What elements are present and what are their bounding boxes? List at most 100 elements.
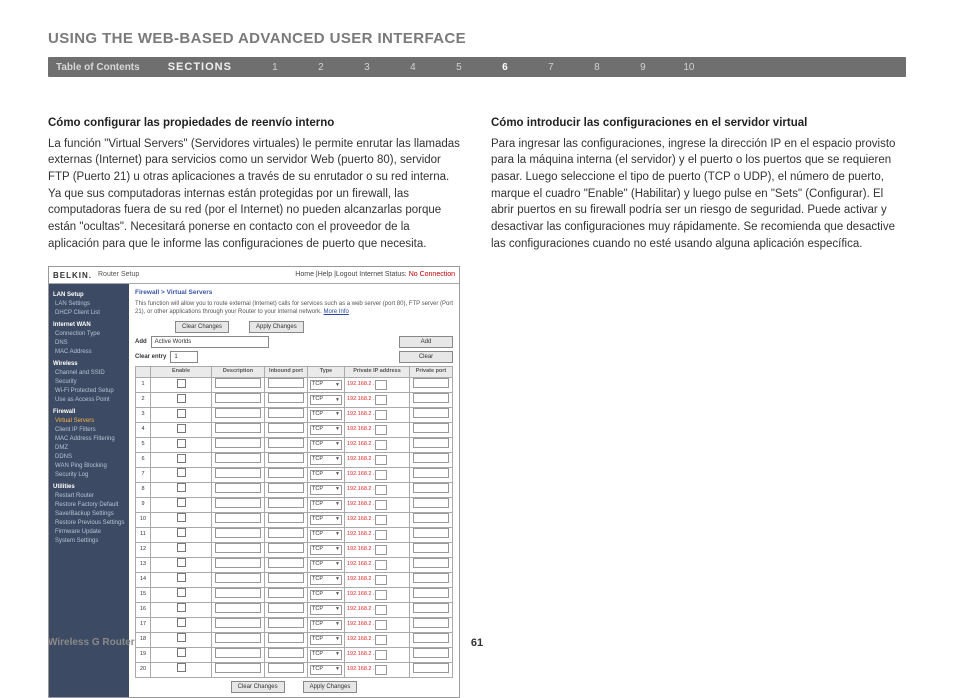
type-select[interactable]: TCP▼ [310, 515, 342, 525]
type-select[interactable]: TCP▼ [310, 500, 342, 510]
sidebar-item[interactable]: LAN Settings [53, 300, 125, 309]
section-7[interactable]: 7 [528, 62, 574, 73]
type-select[interactable]: TCP▼ [310, 605, 342, 615]
type-select[interactable]: TCP▼ [310, 485, 342, 495]
description-input[interactable] [215, 483, 260, 493]
private-ip-field[interactable]: 192.168.2. [347, 530, 407, 540]
description-input[interactable] [215, 393, 260, 403]
inbound-port-input[interactable] [268, 588, 304, 598]
private-ip-field[interactable]: 192.168.2. [347, 665, 407, 675]
clear-button[interactable]: Clear [399, 351, 453, 363]
type-select[interactable]: TCP▼ [310, 380, 342, 390]
private-port-input[interactable] [413, 423, 449, 433]
enable-checkbox[interactable] [177, 394, 186, 403]
toc-link[interactable]: Table of Contents [56, 62, 140, 73]
type-select[interactable]: TCP▼ [310, 560, 342, 570]
enable-checkbox[interactable] [177, 498, 186, 507]
sidebar-item[interactable]: Wi-Fi Protected Setup [53, 387, 125, 396]
type-select[interactable]: TCP▼ [310, 455, 342, 465]
section-9[interactable]: 9 [620, 62, 666, 73]
private-ip-field[interactable]: 192.168.2. [347, 380, 407, 390]
private-ip-field[interactable]: 192.168.2. [347, 500, 407, 510]
description-input[interactable] [215, 438, 260, 448]
description-input[interactable] [215, 618, 260, 628]
inbound-port-input[interactable] [268, 468, 304, 478]
enable-checkbox[interactable] [177, 573, 186, 582]
sidebar-item[interactable]: Virtual Servers [53, 417, 125, 426]
private-ip-field[interactable]: 192.168.2. [347, 455, 407, 465]
description-input[interactable] [215, 408, 260, 418]
private-ip-field[interactable]: 192.168.2. [347, 650, 407, 660]
sidebar-item[interactable]: Save/Backup Settings [53, 510, 125, 519]
description-input[interactable] [215, 528, 260, 538]
section-3[interactable]: 3 [344, 62, 390, 73]
private-port-input[interactable] [413, 648, 449, 658]
private-ip-field[interactable]: 192.168.2. [347, 605, 407, 615]
sidebar-item[interactable]: Restore Previous Settings [53, 519, 125, 528]
clear-entry-select[interactable]: 1 [170, 351, 198, 363]
description-input[interactable] [215, 423, 260, 433]
private-ip-field[interactable]: 192.168.2. [347, 590, 407, 600]
private-port-input[interactable] [413, 378, 449, 388]
type-select[interactable]: TCP▼ [310, 665, 342, 675]
sidebar-item[interactable]: MAC Address [53, 348, 125, 357]
private-ip-field[interactable]: 192.168.2. [347, 395, 407, 405]
type-select[interactable]: TCP▼ [310, 650, 342, 660]
sidebar-item[interactable]: Restart Router [53, 492, 125, 501]
sidebar-item[interactable]: DDNS [53, 453, 125, 462]
sidebar-item[interactable]: Firmware Update [53, 528, 125, 537]
type-select[interactable]: TCP▼ [310, 545, 342, 555]
private-port-input[interactable] [413, 393, 449, 403]
inbound-port-input[interactable] [268, 498, 304, 508]
description-input[interactable] [215, 513, 260, 523]
enable-checkbox[interactable] [177, 454, 186, 463]
section-10[interactable]: 10 [666, 62, 712, 73]
type-select[interactable]: TCP▼ [310, 410, 342, 420]
inbound-port-input[interactable] [268, 438, 304, 448]
private-port-input[interactable] [413, 483, 449, 493]
description-input[interactable] [215, 573, 260, 583]
private-ip-field[interactable]: 192.168.2. [347, 440, 407, 450]
enable-checkbox[interactable] [177, 558, 186, 567]
enable-checkbox[interactable] [177, 439, 186, 448]
inbound-port-input[interactable] [268, 558, 304, 568]
private-ip-field[interactable]: 192.168.2. [347, 425, 407, 435]
private-ip-field[interactable]: 192.168.2. [347, 575, 407, 585]
sidebar-item[interactable]: Security Log [53, 471, 125, 480]
private-port-input[interactable] [413, 528, 449, 538]
inbound-port-input[interactable] [268, 453, 304, 463]
enable-checkbox[interactable] [177, 648, 186, 657]
private-ip-field[interactable]: 192.168.2. [347, 560, 407, 570]
section-5[interactable]: 5 [436, 62, 482, 73]
section-1[interactable]: 1 [252, 62, 298, 73]
enable-checkbox[interactable] [177, 543, 186, 552]
sidebar-item[interactable]: Client IP Filters [53, 426, 125, 435]
sidebar-item[interactable]: DNS [53, 339, 125, 348]
inbound-port-input[interactable] [268, 543, 304, 553]
inbound-port-input[interactable] [268, 483, 304, 493]
sidebar-item[interactable]: DMZ [53, 444, 125, 453]
private-ip-field[interactable]: 192.168.2. [347, 485, 407, 495]
inbound-port-input[interactable] [268, 408, 304, 418]
more-info-link[interactable]: More Info [323, 309, 348, 315]
apply-changes-button-bottom[interactable]: Apply Changes [303, 681, 358, 693]
inbound-port-input[interactable] [268, 528, 304, 538]
section-2[interactable]: 2 [298, 62, 344, 73]
private-port-input[interactable] [413, 618, 449, 628]
private-port-input[interactable] [413, 513, 449, 523]
description-input[interactable] [215, 378, 260, 388]
enable-checkbox[interactable] [177, 424, 186, 433]
description-input[interactable] [215, 648, 260, 658]
enable-checkbox[interactable] [177, 483, 186, 492]
inbound-port-input[interactable] [268, 393, 304, 403]
type-select[interactable]: TCP▼ [310, 590, 342, 600]
private-ip-field[interactable]: 192.168.2. [347, 620, 407, 630]
inbound-port-input[interactable] [268, 573, 304, 583]
private-ip-field[interactable]: 192.168.2. [347, 410, 407, 420]
enable-checkbox[interactable] [177, 468, 186, 477]
inbound-port-input[interactable] [268, 648, 304, 658]
type-select[interactable]: TCP▼ [310, 395, 342, 405]
type-select[interactable]: TCP▼ [310, 575, 342, 585]
type-select[interactable]: TCP▼ [310, 440, 342, 450]
sidebar-item[interactable]: DHCP Client List [53, 309, 125, 318]
